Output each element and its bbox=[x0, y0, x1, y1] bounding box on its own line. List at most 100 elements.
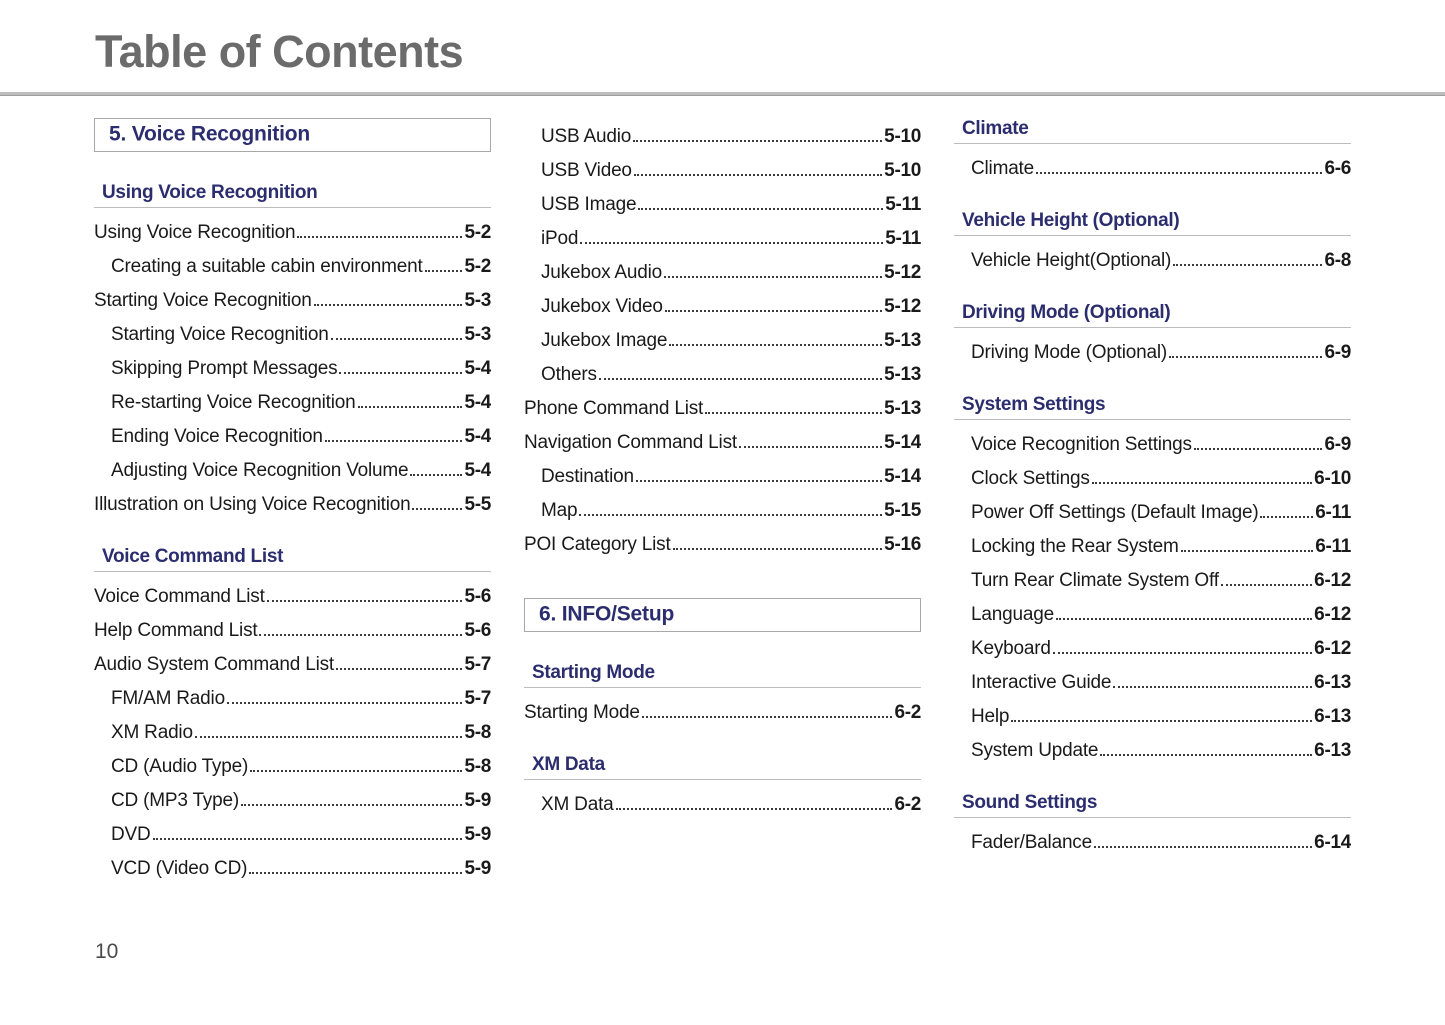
dot-leader bbox=[579, 514, 883, 516]
toc-entry-label: USB Video bbox=[541, 160, 632, 181]
toc-entry-label: Locking the Rear System bbox=[971, 536, 1179, 557]
toc-entry[interactable]: iPod 5-11 bbox=[524, 220, 921, 254]
toc-entry[interactable]: Voice Recognition Settings 6-9 bbox=[954, 426, 1351, 460]
chapter-title-label: 6. INFO/Setup bbox=[539, 602, 675, 626]
toc-section: System Settings bbox=[954, 394, 1351, 420]
toc-entry[interactable]: USB Image 5-11 bbox=[524, 186, 921, 220]
toc-entry-page: 6-8 bbox=[1324, 250, 1351, 271]
section-divider bbox=[94, 571, 491, 572]
toc-entry[interactable]: Locking the Rear System 6-11 bbox=[954, 528, 1351, 562]
toc-entry[interactable]: Others 5-13 bbox=[524, 356, 921, 390]
toc-entry[interactable]: Climate 6-6 bbox=[954, 150, 1351, 184]
toc-entry-label: Phone Command List bbox=[524, 398, 704, 419]
toc-entry[interactable]: VCD (Video CD) 5-9 bbox=[94, 850, 491, 884]
toc-entry[interactable]: Driving Mode (Optional) 6-9 bbox=[954, 334, 1351, 368]
toc-entry[interactable]: Navigation Command List 5-14 bbox=[524, 424, 921, 458]
toc-columns: 5. Voice Recognition Using Voice Recognit… bbox=[0, 118, 1445, 918]
toc-entry[interactable]: Starting Voice Recognition 5-3 bbox=[94, 316, 491, 350]
dot-leader bbox=[313, 304, 463, 306]
toc-entry[interactable]: Phone Command List 5-13 bbox=[524, 390, 921, 424]
toc-entry[interactable]: CD (MP3 Type) 5-9 bbox=[94, 782, 491, 816]
toc-entry[interactable]: Jukebox Image 5-13 bbox=[524, 322, 921, 356]
toc-entry[interactable]: Jukebox Video 5-12 bbox=[524, 288, 921, 322]
toc-entry-label: POI Category List bbox=[524, 534, 671, 555]
toc-entry-label: Illustration on Using Voice Recognition bbox=[94, 494, 411, 515]
section-heading: Climate bbox=[962, 118, 1029, 139]
dot-leader bbox=[194, 736, 463, 738]
toc-entry-label: Interactive Guide bbox=[971, 672, 1112, 693]
dot-leader bbox=[336, 668, 463, 670]
toc-entry-page: 5-13 bbox=[884, 330, 921, 351]
toc-entry[interactable]: Help Command List 5-6 bbox=[94, 612, 491, 646]
toc-entry[interactable]: Clock Settings 6-10 bbox=[954, 460, 1351, 494]
dot-leader bbox=[705, 412, 883, 414]
toc-entry[interactable]: Fader/Balance 6-14 bbox=[954, 824, 1351, 858]
toc-entry-page: 5-11 bbox=[885, 194, 921, 215]
chapter-title-box: 5. Voice Recognition bbox=[94, 118, 491, 152]
toc-entry[interactable]: XM Data 6-2 bbox=[524, 786, 921, 820]
toc-entry[interactable]: CD (Audio Type) 5-8 bbox=[94, 748, 491, 782]
page-title: Table of Contents bbox=[95, 26, 464, 77]
toc-entry-label: Skipping Prompt Messages bbox=[111, 358, 338, 379]
toc-entry[interactable]: Destination 5-14 bbox=[524, 458, 921, 492]
toc-entry[interactable]: USB Audio 5-10 bbox=[524, 118, 921, 152]
toc-entry[interactable]: Vehicle Height(Optional) 6-8 bbox=[954, 242, 1351, 276]
dot-leader bbox=[1260, 516, 1314, 518]
toc-entry[interactable]: Keyboard 6-12 bbox=[954, 630, 1351, 664]
toc-entry-page: 5-8 bbox=[464, 756, 491, 777]
dot-leader bbox=[1091, 482, 1313, 484]
toc-entry[interactable]: POI Category List 5-16 bbox=[524, 526, 921, 560]
dot-leader bbox=[266, 600, 463, 602]
toc-entry[interactable]: XM Radio 5-8 bbox=[94, 714, 491, 748]
dot-leader bbox=[664, 310, 883, 312]
toc-entry[interactable]: Illustration on Using Voice Recognition 5… bbox=[94, 486, 491, 520]
toc-entry[interactable]: FM/AM Radio 5-7 bbox=[94, 680, 491, 714]
toc-entry[interactable]: Starting Mode 6-2 bbox=[524, 694, 921, 728]
dot-leader bbox=[1093, 846, 1313, 848]
toc-entry[interactable]: Re-starting Voice Recognition 5-4 bbox=[94, 384, 491, 418]
toc-entry[interactable]: Creating a suitable cabin environment 5-2 bbox=[94, 248, 491, 282]
dot-leader bbox=[249, 872, 463, 874]
toc-entry[interactable]: Help 6-13 bbox=[954, 698, 1351, 732]
toc-entry-page: 5-5 bbox=[464, 494, 491, 515]
toc-entry[interactable]: USB Video 5-10 bbox=[524, 152, 921, 186]
toc-entry[interactable]: DVD 5-9 bbox=[94, 816, 491, 850]
toc-entry-page: 5-10 bbox=[884, 160, 921, 181]
toc-entry[interactable]: System Update 6-13 bbox=[954, 732, 1351, 766]
toc-entry[interactable]: Jukebox Audio 5-12 bbox=[524, 254, 921, 288]
toc-entry-label: Clock Settings bbox=[971, 468, 1090, 489]
toc-entry-label: Fader/Balance bbox=[971, 832, 1092, 853]
toc-entry-page: 5-3 bbox=[464, 290, 491, 311]
dot-leader bbox=[1169, 356, 1323, 358]
toc-entry[interactable]: Using Voice Recognition 5-2 bbox=[94, 214, 491, 248]
toc-entry[interactable]: Adjusting Voice Recognition Volume 5-4 bbox=[94, 452, 491, 486]
toc-entry[interactable]: Interactive Guide 6-13 bbox=[954, 664, 1351, 698]
toc-entry[interactable]: Audio System Command List 5-7 bbox=[94, 646, 491, 680]
toc-section: Starting Mode bbox=[524, 662, 921, 688]
toc-entry-page: 5-7 bbox=[464, 654, 491, 675]
toc-entry-label: Driving Mode (Optional) bbox=[971, 342, 1168, 363]
toc-entry[interactable]: Map 5-15 bbox=[524, 492, 921, 526]
dot-leader bbox=[635, 480, 883, 482]
dot-leader bbox=[633, 140, 883, 142]
toc-entry-page: 5-16 bbox=[884, 534, 921, 555]
toc-entry[interactable]: Turn Rear Climate System Off 6-12 bbox=[954, 562, 1351, 596]
toc-entry[interactable]: Power Off Settings (Default Image) 6-11 bbox=[954, 494, 1351, 528]
toc-entry-label: Voice Command List bbox=[94, 586, 265, 607]
toc-entry[interactable]: Ending Voice Recognition 5-4 bbox=[94, 418, 491, 452]
section-heading: System Settings bbox=[962, 394, 1106, 415]
toc-entry[interactable]: Voice Command List 5-6 bbox=[94, 578, 491, 612]
section-heading: XM Data bbox=[532, 754, 605, 775]
toc-entry[interactable]: Starting Voice Recognition 5-3 bbox=[94, 282, 491, 316]
toc-entry-page: 6-12 bbox=[1314, 638, 1351, 659]
toc-entry-label: Starting Voice Recognition bbox=[94, 290, 312, 311]
dot-leader bbox=[357, 406, 463, 408]
toc-entry-page: 5-6 bbox=[464, 620, 491, 641]
dot-leader bbox=[424, 270, 463, 272]
toc-entry[interactable]: Language 6-12 bbox=[954, 596, 1351, 630]
toc-entry-page: 5-13 bbox=[884, 398, 921, 419]
toc-entry[interactable]: Skipping Prompt Messages 5-4 bbox=[94, 350, 491, 384]
toc-entry-page: 6-12 bbox=[1314, 604, 1351, 625]
dot-leader bbox=[226, 702, 463, 704]
